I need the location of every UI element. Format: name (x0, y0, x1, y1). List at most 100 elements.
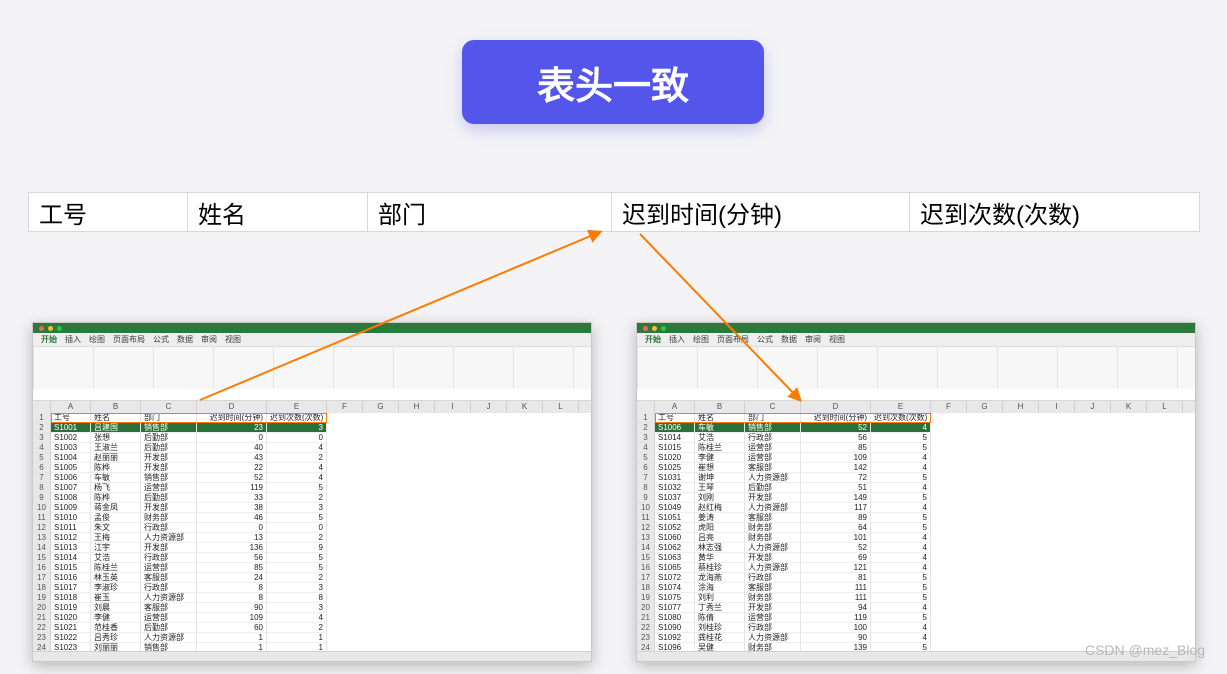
sheet-header-cell[interactable]: 工号 (655, 413, 695, 423)
cell[interactable]: 客服部 (745, 583, 801, 593)
data-rows[interactable]: 1工号姓名部门迟到时间(分钟)迟到次数(次数)2S1006车敏销售部5243S1… (637, 413, 1195, 651)
cell[interactable]: S1020 (51, 613, 91, 623)
cell[interactable]: S1015 (655, 443, 695, 453)
cell[interactable]: 龚桂花 (695, 633, 745, 643)
column-headers[interactable]: ABCDEFGHIJKLMNO (637, 401, 1195, 413)
cell[interactable]: S1077 (655, 603, 695, 613)
spreadsheet-grid[interactable]: ABCDEFGHIJKLMNO 1工号姓名部门迟到时间(分钟)迟到次数(次数)2… (33, 401, 591, 651)
cell[interactable]: 2 (267, 453, 327, 463)
cell[interactable]: S1032 (655, 483, 695, 493)
cell[interactable]: S1051 (655, 513, 695, 523)
column-header[interactable]: E (871, 401, 931, 413)
table-row[interactable]: 8S1032王琴后勤部514 (637, 483, 1195, 493)
table-row[interactable]: 13S1012王梅人力资源部132 (33, 533, 591, 543)
cell[interactable]: 陈桦 (91, 463, 141, 473)
cell[interactable]: 范桂香 (91, 623, 141, 633)
cell[interactable]: S1005 (51, 463, 91, 473)
cell[interactable]: 后勤部 (141, 443, 197, 453)
cell[interactable]: S1063 (655, 553, 695, 563)
ribbon-tab[interactable]: 插入 (65, 334, 81, 345)
maximize-icon[interactable] (57, 326, 62, 331)
cell[interactable]: 崔想 (695, 463, 745, 473)
cell[interactable]: S1013 (51, 543, 91, 553)
cell[interactable]: S1023 (51, 643, 91, 651)
cell[interactable]: S1015 (51, 563, 91, 573)
table-row[interactable]: 19S1075刘利财务部1115 (637, 593, 1195, 603)
cell[interactable]: S1007 (51, 483, 91, 493)
table-row[interactable]: 20S1019刘晨客服部903 (33, 603, 591, 613)
cell[interactable]: 38 (197, 503, 267, 513)
cell[interactable]: 艾浩 (695, 433, 745, 443)
cell[interactable]: 85 (197, 563, 267, 573)
cell[interactable]: 8 (267, 593, 327, 603)
cell[interactable]: 人力资源部 (745, 563, 801, 573)
table-row[interactable]: 11S1051姜涛客服部895 (637, 513, 1195, 523)
cell[interactable]: S1004 (51, 453, 91, 463)
cell[interactable]: 行政部 (745, 573, 801, 583)
cell[interactable]: 吕秀珍 (91, 633, 141, 643)
cell[interactable]: 149 (801, 493, 871, 503)
table-row[interactable]: 10S1049赵红梅人力资源部1174 (637, 503, 1195, 513)
table-row[interactable]: 14S1013江宇开发部1369 (33, 543, 591, 553)
table-row[interactable]: 10S1009蒋金凤开发部383 (33, 503, 591, 513)
sheet-header-cell[interactable]: 迟到次数(次数) (267, 413, 327, 423)
cell[interactable]: 人力资源部 (745, 543, 801, 553)
table-row[interactable]: 20S1077丁秀兰开发部944 (637, 603, 1195, 613)
cell[interactable]: 销售部 (745, 423, 801, 433)
close-icon[interactable] (643, 326, 648, 331)
table-row[interactable]: 11S1010孟俊财务部465 (33, 513, 591, 523)
cell[interactable]: 行政部 (745, 623, 801, 633)
cell[interactable]: 23 (197, 423, 267, 433)
cell[interactable]: 王梅 (91, 533, 141, 543)
table-row[interactable]: 13S1060吕亮财务部1014 (637, 533, 1195, 543)
table-row[interactable]: 4S1003王淑兰后勤部404 (33, 443, 591, 453)
cell[interactable]: 客服部 (141, 573, 197, 583)
cell[interactable]: 运营部 (745, 453, 801, 463)
table-row[interactable]: 16S1015陈桂兰运营部855 (33, 563, 591, 573)
ribbon-tab[interactable]: 页面布局 (717, 334, 749, 345)
cell[interactable]: 40 (197, 443, 267, 453)
cell[interactable]: 李淑珍 (91, 583, 141, 593)
cell[interactable]: 4 (871, 623, 931, 633)
ribbon-tab[interactable]: 审阅 (201, 334, 217, 345)
cell[interactable]: 蔡桂珍 (695, 563, 745, 573)
cell[interactable]: 客服部 (745, 463, 801, 473)
cell[interactable]: 46 (197, 513, 267, 523)
table-row[interactable]: 15S1014艾浩行政部565 (33, 553, 591, 563)
table-row[interactable]: 6S1005陈桦开发部224 (33, 463, 591, 473)
cell[interactable]: 客服部 (745, 513, 801, 523)
table-row[interactable]: 17S1016林玉英客服部242 (33, 573, 591, 583)
column-header[interactable]: F (931, 401, 967, 413)
column-header[interactable]: B (695, 401, 745, 413)
cell[interactable]: 虎阳 (695, 523, 745, 533)
maximize-icon[interactable] (661, 326, 666, 331)
cell[interactable]: 2 (267, 493, 327, 503)
cell[interactable]: 丁秀兰 (695, 603, 745, 613)
table-row[interactable]: 5S1020李健运营部1094 (637, 453, 1195, 463)
cell[interactable]: S1062 (655, 543, 695, 553)
ribbon-tab[interactable]: 插入 (669, 334, 685, 345)
column-header[interactable]: D (197, 401, 267, 413)
cell[interactable]: 崔玉 (91, 593, 141, 603)
cell[interactable]: 3 (267, 423, 327, 433)
cell[interactable]: 黄华 (695, 553, 745, 563)
sheet-header-cell[interactable]: 姓名 (91, 413, 141, 423)
cell[interactable]: 2 (267, 623, 327, 633)
sheet-header-cell[interactable]: 工号 (51, 413, 91, 423)
column-header[interactable]: H (399, 401, 435, 413)
table-row[interactable]: 21S1020李健运营部1094 (33, 613, 591, 623)
cell[interactable]: S1065 (655, 563, 695, 573)
cell[interactable]: 开发部 (745, 493, 801, 503)
column-header[interactable]: B (91, 401, 141, 413)
cell[interactable]: S1019 (51, 603, 91, 613)
cell[interactable]: 1 (197, 633, 267, 643)
cell[interactable]: 江宇 (91, 543, 141, 553)
cell[interactable]: 王淑兰 (91, 443, 141, 453)
column-header[interactable]: L (1147, 401, 1183, 413)
table-row[interactable]: 2S1001吕建国销售部233 (33, 423, 591, 433)
cell[interactable]: 客服部 (141, 603, 197, 613)
cell[interactable]: 89 (801, 513, 871, 523)
cell[interactable]: 赵红梅 (695, 503, 745, 513)
cell[interactable]: S1072 (655, 573, 695, 583)
table-row[interactable]: 12S1052虎阳财务部645 (637, 523, 1195, 533)
